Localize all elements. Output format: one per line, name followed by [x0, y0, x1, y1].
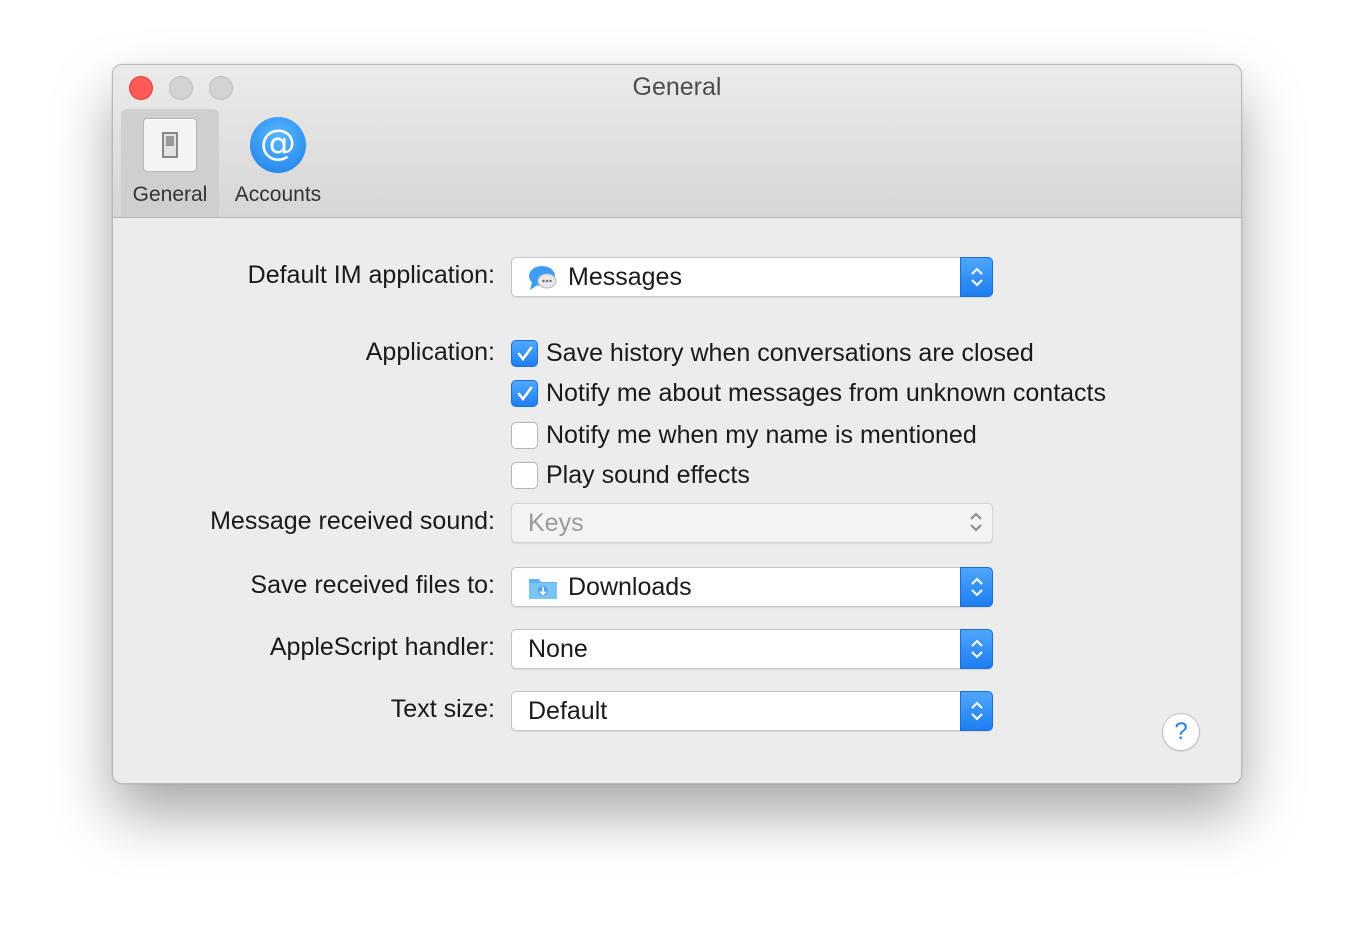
- checkbox-label: Play sound effects: [546, 460, 750, 489]
- text-size-label: Text size:: [390, 695, 495, 723]
- checkbox-notify-name[interactable]: Notify me when my name is mentioned: [511, 420, 977, 450]
- checkbox-unchecked[interactable]: [511, 461, 538, 489]
- received-sound-value: Keys: [528, 509, 584, 537]
- at-icon: @: [250, 117, 306, 173]
- checkbox-play-sounds[interactable]: Play sound effects: [511, 460, 750, 490]
- text-size-value: Default: [528, 697, 608, 725]
- checkbox-unchecked[interactable]: [511, 421, 538, 449]
- popup-stepper-icon: [960, 629, 993, 669]
- popup-stepper-icon: [960, 567, 993, 607]
- switch-icon: [143, 118, 197, 172]
- window-title: General: [632, 73, 722, 101]
- tab-general-label: General: [132, 183, 208, 206]
- received-sound-popup: Keys: [511, 503, 993, 543]
- tab-accounts-label: Accounts: [234, 183, 322, 206]
- default-im-label: Default IM application:: [247, 261, 495, 289]
- save-files-popup[interactable]: Downloads: [511, 567, 993, 607]
- received-sound-label: Message received sound:: [210, 507, 495, 535]
- help-button[interactable]: ?: [1162, 713, 1200, 751]
- checkbox-label: Notify me about messages from unknown co…: [546, 378, 1106, 407]
- title-bar: General General @ Accounts: [113, 65, 1241, 218]
- tab-accounts[interactable]: @ Accounts: [223, 109, 333, 217]
- checkbox-label: Save history when conversations are clos…: [546, 338, 1034, 367]
- checkbox-checked[interactable]: [511, 379, 538, 407]
- save-files-value: Downloads: [568, 573, 692, 601]
- default-im-value: Messages: [568, 263, 682, 291]
- checkbox-label: Notify me when my name is mentioned: [546, 420, 977, 449]
- checkbox-notify-unknown[interactable]: Notify me about messages from unknown co…: [511, 378, 1106, 408]
- applescript-label: AppleScript handler:: [269, 633, 495, 661]
- popup-stepper-icon: [960, 503, 993, 543]
- save-files-label: Save received files to:: [250, 571, 495, 599]
- application-label: Application:: [365, 338, 495, 366]
- messages-icon: [529, 266, 557, 290]
- downloads-folder-icon: [529, 579, 557, 599]
- applescript-popup[interactable]: None: [511, 629, 993, 669]
- checkbox-checked[interactable]: [511, 339, 538, 367]
- text-size-popup[interactable]: Default: [511, 691, 993, 731]
- checkbox-save-history[interactable]: Save history when conversations are clos…: [511, 338, 1034, 368]
- popup-stepper-icon: [960, 257, 993, 297]
- default-im-popup[interactable]: Messages: [511, 257, 993, 297]
- popup-stepper-icon: [960, 691, 993, 731]
- preferences-window: General General @ Accounts Default IM ap…: [112, 64, 1242, 784]
- tab-general[interactable]: General: [121, 109, 219, 217]
- applescript-value: None: [528, 635, 588, 663]
